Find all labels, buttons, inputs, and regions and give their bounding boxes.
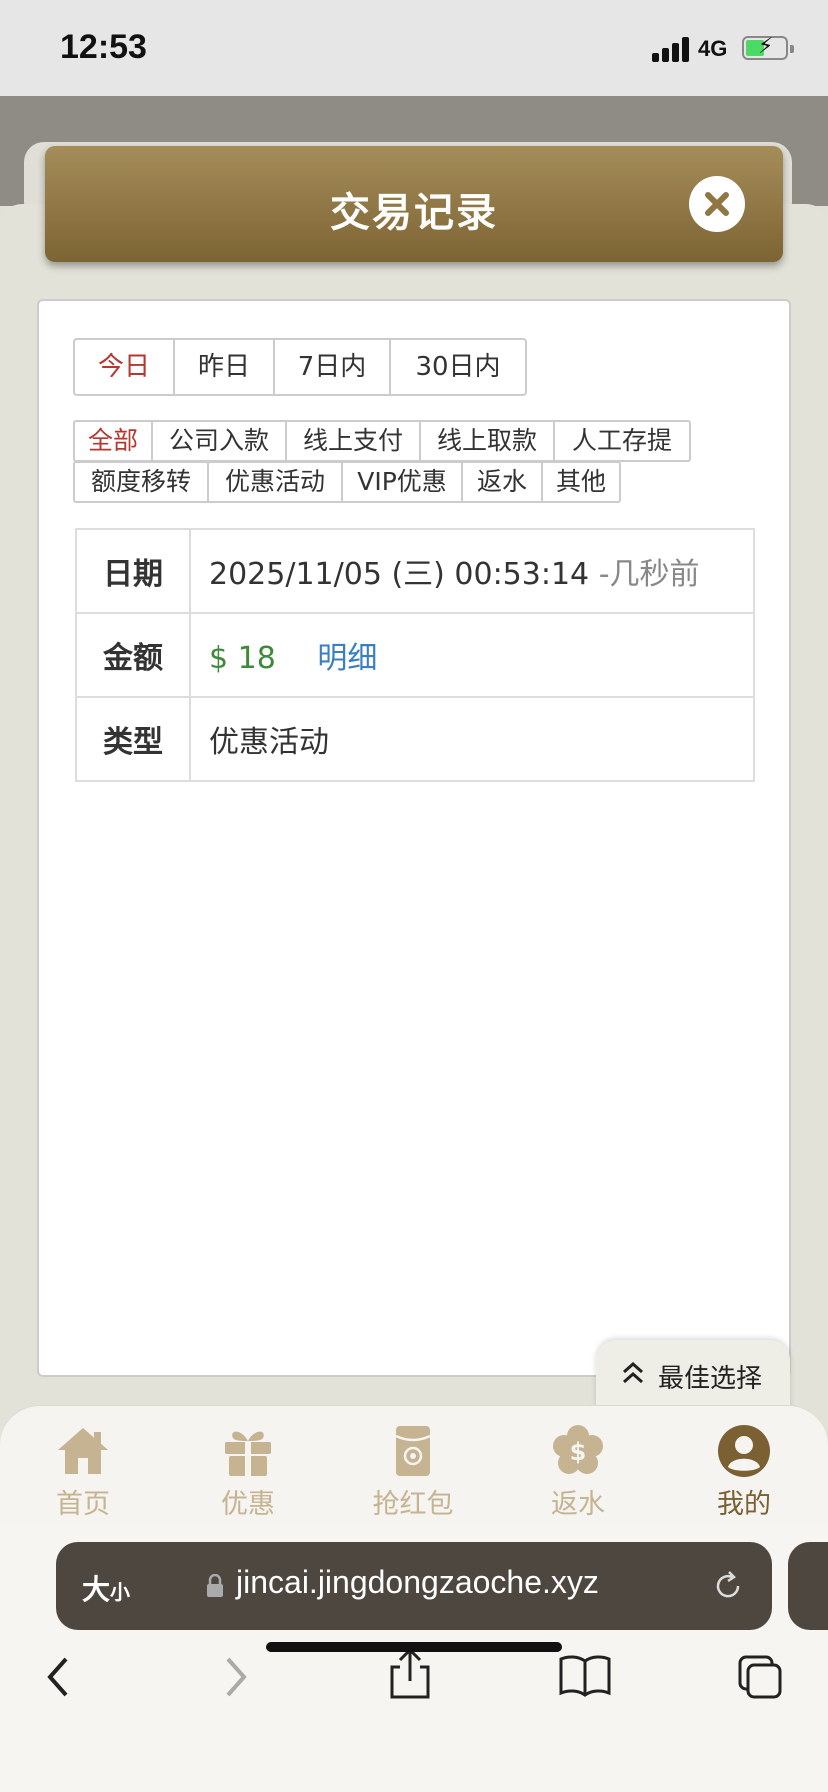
tab-today[interactable]: 今日 — [75, 340, 175, 394]
tab-home[interactable]: 首页 — [23, 1420, 143, 1520]
url-text: jincai.jingdongzaoche.xyz — [236, 1564, 599, 1600]
tab-rebate-label: 返水 — [551, 1489, 605, 1520]
lock-icon — [207, 1574, 223, 1597]
home-icon — [58, 1428, 108, 1474]
network-type: 4G — [698, 36, 728, 61]
cellular-signal-icon — [652, 36, 690, 62]
filter-rebate[interactable]: 返水 — [463, 463, 543, 501]
tabs-icon[interactable] — [736, 1653, 784, 1701]
gift-icon — [225, 1431, 271, 1476]
date-relative: -几秒前 — [598, 557, 700, 592]
text-size-button[interactable]: 大小 — [82, 1568, 130, 1608]
transaction-record-table: 日期 2025/11/05 (三) 00:53:14 -几秒前 金额 $ 18 … — [75, 528, 755, 782]
type-label: 类型 — [75, 696, 191, 782]
amount-value: $ 18 — [209, 641, 276, 676]
tab-7-days[interactable]: 7日内 — [275, 340, 391, 394]
tab-red-envelope-label: 抢红包 — [372, 1489, 454, 1520]
rebate-icon: $ — [553, 1425, 603, 1474]
filter-manual-deposit-withdraw[interactable]: 人工存提 — [555, 422, 689, 460]
filter-online-withdrawal[interactable]: 线上取款 — [421, 422, 555, 460]
home-indicator — [266, 1642, 562, 1652]
modal-header: 交易记录 — [45, 146, 783, 262]
filter-company-deposit[interactable]: 公司入款 — [153, 422, 287, 460]
tab-promotions[interactable]: 优惠 — [188, 1420, 308, 1520]
table-row: 类型 优惠活动 — [75, 696, 755, 782]
close-icon — [705, 192, 729, 216]
filter-all[interactable]: 全部 — [75, 422, 153, 460]
tab-red-envelope[interactable]: 抢红包 — [353, 1420, 473, 1520]
address-bar[interactable]: 大小 jincai.jingdongzaoche.xyz — [56, 1542, 772, 1630]
browser-toolbar: 大小 jincai.jingdongzaoche.xyz — [0, 1525, 828, 1792]
tab-yesterday[interactable]: 昨日 — [175, 340, 275, 394]
bookmarks-icon[interactable] — [558, 1653, 612, 1697]
date-range-tabs: 今日 昨日 7日内 30日内 — [73, 338, 527, 396]
double-chevron-up-icon — [623, 1361, 643, 1384]
modal-title: 交易记录 — [330, 190, 498, 236]
amount-label: 金额 — [75, 612, 191, 698]
table-row: 日期 2025/11/05 (三) 00:53:14 -几秒前 — [75, 528, 755, 614]
date-cell: 2025/11/05 (三) 00:53:14 -几秒前 — [189, 528, 755, 614]
tab-home-label: 首页 — [56, 1489, 110, 1520]
date-value: 2025/11/05 (三) 00:53:14 — [209, 557, 590, 592]
adjacent-tab-preview[interactable] — [788, 1542, 828, 1630]
red-envelope-icon — [395, 1426, 431, 1476]
status-bar: 12:53 4G ⚡ — [0, 0, 828, 96]
filter-other[interactable]: 其他 — [543, 463, 619, 501]
filter-online-payment[interactable]: 线上支付 — [287, 422, 421, 460]
detail-link[interactable]: 明细 — [317, 641, 377, 676]
best-choice-label: 最佳选择 — [658, 1364, 763, 1394]
filter-quota-transfer[interactable]: 额度移转 — [75, 463, 209, 501]
tab-promotions-label: 优惠 — [221, 1489, 275, 1520]
tab-rebate[interactable]: $ 返水 — [518, 1420, 638, 1520]
date-label: 日期 — [75, 528, 191, 614]
reload-icon[interactable] — [710, 1568, 746, 1604]
table-row: 金额 $ 18 明细 — [75, 612, 755, 698]
bottom-tab-bar: 首页 优惠 抢红包 $ 返水 我的 — [0, 1405, 828, 1525]
status-time: 12:53 — [60, 28, 147, 66]
forward-arrow-icon[interactable] — [222, 1653, 250, 1701]
type-filter-row-2: 额度移转 优惠活动 VIP优惠 返水 其他 — [73, 461, 621, 503]
amount-cell: $ 18 明细 — [189, 612, 755, 698]
type-value: 优惠活动 — [189, 696, 755, 782]
records-panel: 今日 昨日 7日内 30日内 全部 公司入款 线上支付 线上取款 人工存提 额度… — [37, 299, 791, 1377]
back-arrow-icon[interactable] — [44, 1653, 72, 1701]
share-icon[interactable] — [388, 1647, 432, 1701]
tab-mine-label: 我的 — [717, 1489, 771, 1520]
tab-30-days[interactable]: 30日内 — [391, 340, 525, 394]
tab-mine[interactable]: 我的 — [684, 1420, 804, 1520]
user-icon — [718, 1425, 770, 1477]
best-choice-button[interactable]: 最佳选择 — [596, 1340, 790, 1410]
close-button[interactable] — [689, 176, 745, 232]
type-filter-row-1: 全部 公司入款 线上支付 线上取款 人工存提 — [73, 420, 691, 462]
filter-vip-bonus[interactable]: VIP优惠 — [343, 463, 463, 501]
svg-text:$: $ — [570, 1438, 587, 1466]
filter-promotions[interactable]: 优惠活动 — [209, 463, 343, 501]
battery-icon: ⚡ — [742, 34, 794, 60]
